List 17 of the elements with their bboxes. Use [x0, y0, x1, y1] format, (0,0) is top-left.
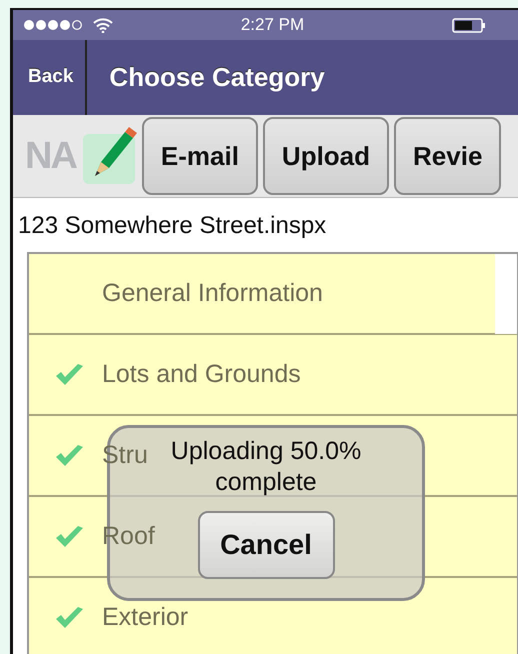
- screen-title: Choose Category: [109, 61, 325, 94]
- toolbar-button[interactable]: Revie: [394, 117, 502, 195]
- category-row[interactable]: General Information: [29, 254, 517, 335]
- file-name: 123 Somewhere Street.inspx: [17, 211, 328, 241]
- pencil-icon[interactable]: [80, 126, 137, 186]
- upload-progress-message: Uploading 50.0% complete: [170, 436, 362, 498]
- category-label: General Information: [102, 278, 323, 309]
- toolbar-button[interactable]: Upload: [262, 117, 390, 195]
- wifi-icon: [93, 18, 113, 32]
- toolbar-button[interactable]: E-mail: [142, 117, 258, 195]
- signal-icon: [23, 19, 83, 31]
- status-time: 2:27 PM: [240, 14, 306, 36]
- category-label: Lots and Grounds: [102, 358, 301, 390]
- cancel-button[interactable]: Cancel: [198, 510, 334, 578]
- category-row[interactable]: Lots and Grounds: [29, 335, 517, 416]
- battery-icon: [452, 18, 486, 32]
- category-label: Exterior: [102, 602, 188, 633]
